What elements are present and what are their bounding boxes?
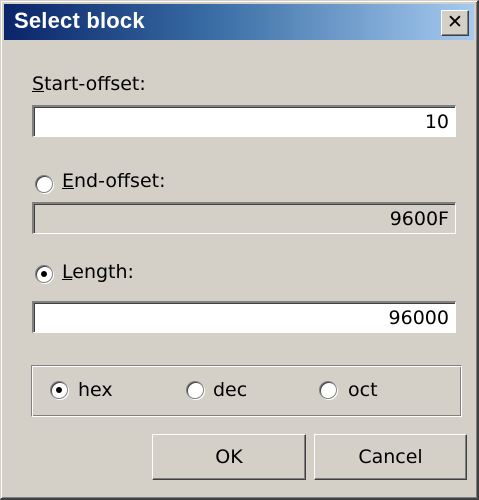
dec-label[interactable]: dec <box>213 379 247 401</box>
start-offset-label: Start-offset: <box>32 73 146 95</box>
hex-radio[interactable] <box>50 381 68 399</box>
oct-radio[interactable] <box>319 381 337 399</box>
close-button[interactable]: ✕ <box>441 10 469 36</box>
dec-radio[interactable] <box>186 381 204 399</box>
cancel-button[interactable]: Cancel <box>314 434 467 480</box>
length-label[interactable]: Length: <box>62 261 134 283</box>
length-radio[interactable] <box>35 265 53 283</box>
end-offset-field: 9600F <box>32 202 456 234</box>
end-offset-label[interactable]: End-offset: <box>62 170 165 192</box>
end-offset-radio[interactable] <box>35 175 53 193</box>
start-offset-field[interactable]: 10 <box>32 105 456 137</box>
close-icon: ✕ <box>447 11 463 33</box>
dialog-title: Select block <box>14 8 145 33</box>
title-bar[interactable]: Select block ✕ <box>4 4 474 40</box>
length-field[interactable]: 96000 <box>32 301 456 333</box>
hex-label[interactable]: hex <box>78 379 113 401</box>
ok-button[interactable]: OK <box>152 434 306 480</box>
oct-label[interactable]: oct <box>348 379 378 401</box>
select-block-dialog: Select block ✕ Start-offset: 10 End-offs… <box>0 0 479 500</box>
